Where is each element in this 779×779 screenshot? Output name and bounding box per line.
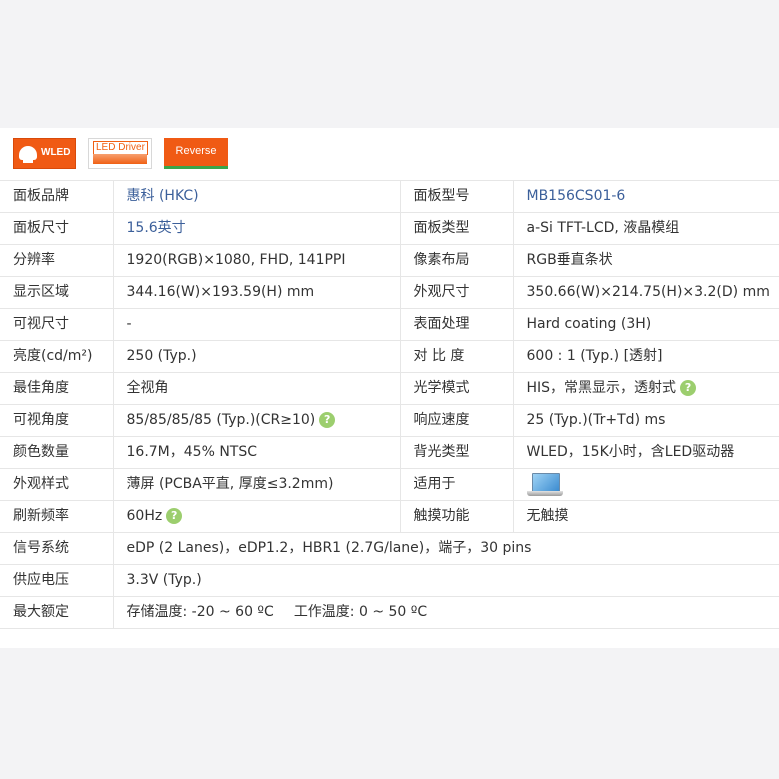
table-row: 颜色数量 16.7M，45% NTSC 背光类型 WLED，15K小时，含LED… [0,436,779,469]
question-circle-icon[interactable]: ? [166,508,183,524]
table-row: 信号系统 eDP (2 Lanes)，eDP1.2，HBR1 (2.7G/lan… [0,532,779,565]
spec-label: 分辨率 [0,244,114,277]
spec-table: 面板品牌 惠科 (HKC) 面板型号 MB156CS01-6 面板尺寸 15.6… [0,180,779,629]
model-link[interactable]: MB156CS01-6 [527,188,626,204]
spec-value: Hard coating (3H) [513,308,779,341]
spec-panel: WLED LED Driver Reverse 面板品牌 惠科 (HKC) 面板… [0,128,779,648]
table-row: 刷新频率 60Hz? 触摸功能 无触摸 [0,500,779,533]
wled-badge-label: WLED [41,147,71,158]
table-row: 面板品牌 惠科 (HKC) 面板型号 MB156CS01-6 [0,180,779,213]
viewing-angle-text: 85/85/85/85 (Typ.)(CR≥10) [126,412,316,428]
spec-value: 85/85/85/85 (Typ.)(CR≥10)? [113,404,401,437]
spec-label: 背光类型 [400,436,514,469]
spec-value: eDP (2 Lanes)，eDP1.2，HBR1 (2.7G/lane)，端子… [113,532,779,565]
spec-value: 344.16(W)×193.59(H) mm [113,276,401,309]
question-circle-icon[interactable]: ? [680,380,697,396]
spec-label: 外观尺寸 [400,276,514,309]
spec-label: 面板尺寸 [0,212,114,245]
size-link[interactable]: 15.6英寸 [127,220,186,236]
spec-value: WLED，15K小时，含LED驱动器 [513,436,779,469]
spec-value: 250 (Typ.) [113,340,401,373]
table-row: 面板尺寸 15.6英寸 面板类型 a-Si TFT-LCD, 液晶模组 [0,212,779,245]
led-driver-badge-label: LED Driver [93,141,148,155]
spec-label: 可视尺寸 [0,308,114,341]
spec-label: 供应电压 [0,564,114,597]
spec-label: 刷新频率 [0,500,114,533]
spec-label: 颜色数量 [0,436,114,469]
spec-label: 最佳角度 [0,372,114,405]
spec-label: 表面处理 [400,308,514,341]
spec-value: 全视角 [113,372,401,405]
spec-value: 薄屏 (PCBA平直, 厚度≤3.2mm) [113,468,401,501]
table-row: 可视角度 85/85/85/85 (Typ.)(CR≥10)? 响应速度 25 … [0,404,779,437]
spec-value: HIS，常黑显示，透射式? [513,372,779,405]
led-driver-badge: LED Driver [88,138,152,169]
spec-value: 350.66(W)×214.75(H)×3.2(D) mm [513,276,779,309]
spec-label: 亮度(cd/m²) [0,340,114,373]
reverse-badge-label: Reverse [175,145,217,157]
spec-value: 16.7M，45% NTSC [113,436,401,469]
spec-value: 600 : 1 (Typ.) [透射] [513,340,779,373]
table-row: 最大额定 存储温度: -20 ~ 60 ºC 工作温度: 0 ~ 50 ºC [0,596,779,629]
spec-value: 15.6英寸 [113,212,401,245]
spec-label: 可视角度 [0,404,114,437]
spec-value: 1920(RGB)×1080, FHD, 141PPI [113,244,401,277]
refresh-rate-text: 60Hz [126,508,163,524]
table-row: 外观样式 薄屏 (PCBA平直, 厚度≤3.2mm) 适用于 [0,468,779,501]
laptop-icon[interactable] [526,471,563,497]
spec-value: - [113,308,401,341]
question-circle-icon[interactable]: ? [319,412,336,428]
spec-label: 面板型号 [400,180,514,213]
bulb-icon [19,146,37,163]
spec-value: 3.3V (Typ.) [113,564,779,597]
spec-label: 面板品牌 [0,180,114,213]
spec-value: 25 (Typ.)(Tr+Td) ms [513,404,779,437]
spec-value: 无触摸 [513,500,779,533]
spec-label: 触摸功能 [400,500,514,533]
wled-badge: WLED [13,138,76,169]
table-row: 显示区域 344.16(W)×193.59(H) mm 外观尺寸 350.66(… [0,276,779,309]
storage-temp: 存储温度: -20 ~ 60 ºC [126,604,274,620]
table-row: 最佳角度 全视角 光学模式 HIS，常黑显示，透射式? [0,372,779,405]
spec-value: 60Hz? [113,500,401,533]
spec-value: 存储温度: -20 ~ 60 ºC 工作温度: 0 ~ 50 ºC [113,596,779,629]
spec-label: 最大额定 [0,596,114,629]
spec-label: 显示区域 [0,276,114,309]
spec-value: a-Si TFT-LCD, 液晶模组 [513,212,779,245]
spec-value: MB156CS01-6 [513,180,779,213]
reverse-badge: Reverse [164,138,228,169]
table-row: 供应电压 3.3V (Typ.) [0,564,779,597]
table-row: 亮度(cd/m²) 250 (Typ.) 对 比 度 600 : 1 (Typ.… [0,340,779,373]
spec-label: 响应速度 [400,404,514,437]
optical-mode-text: HIS，常黑显示，透射式 [526,380,677,396]
led-driver-bar-icon [93,154,147,164]
table-row: 分辨率 1920(RGB)×1080, FHD, 141PPI 像素布局 RGB… [0,244,779,277]
spec-value [513,468,779,501]
table-row: 可视尺寸 - 表面处理 Hard coating (3H) [0,308,779,341]
spec-label: 适用于 [400,468,514,501]
spec-value: RGB垂直条状 [513,244,779,277]
spec-label: 光学模式 [400,372,514,405]
spec-label: 像素布局 [400,244,514,277]
spec-value: 惠科 (HKC) [113,180,401,213]
operating-temp: 工作温度: 0 ~ 50 ºC [293,604,428,620]
spec-label: 外观样式 [0,468,114,501]
spec-label: 对 比 度 [400,340,514,373]
spec-label: 信号系统 [0,532,114,565]
spec-label: 面板类型 [400,212,514,245]
brand-link[interactable]: 惠科 (HKC) [127,188,199,204]
